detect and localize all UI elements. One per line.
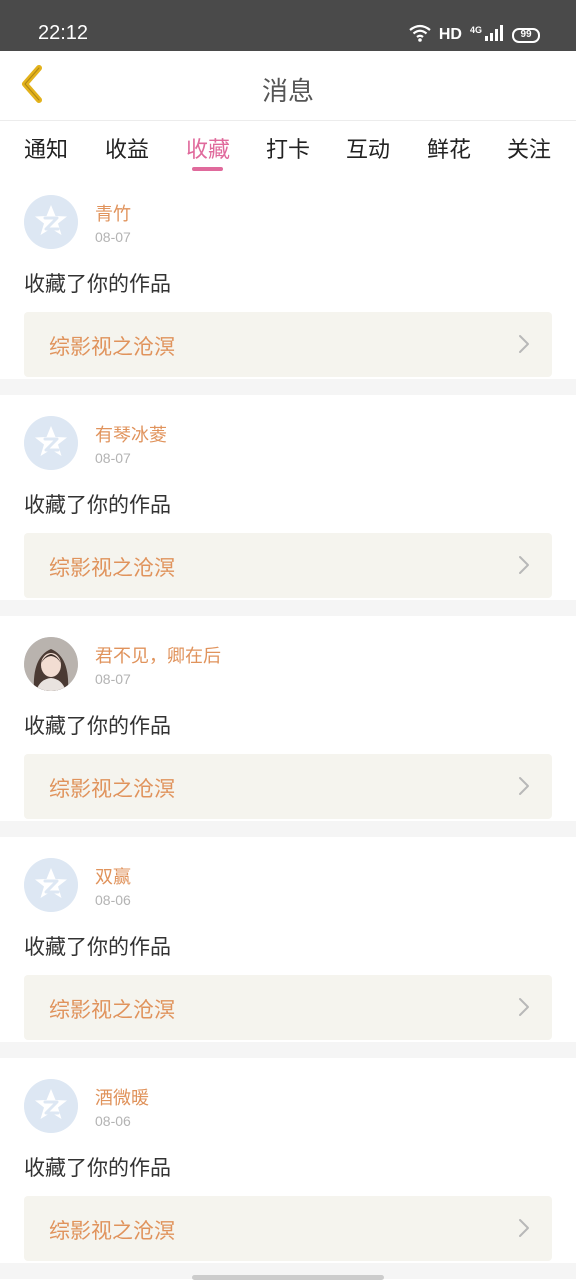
message-card: 有琴冰菱 08-07 收藏了你的作品 综影视之沧溟 bbox=[0, 395, 576, 616]
username[interactable]: 君不见，卿在后 bbox=[95, 642, 221, 668]
message-date: 08-06 bbox=[95, 892, 131, 908]
action-text: 收藏了你的作品 bbox=[24, 935, 171, 959]
signal-icon bbox=[484, 25, 504, 45]
message-list: 青竹 08-07 收藏了你的作品 综影视之沧溟 有琴冰菱 08-07 收藏了你的… bbox=[0, 174, 576, 1279]
action-text: 收藏了你的作品 bbox=[24, 714, 171, 738]
work-title: 综影视之沧溟 bbox=[49, 777, 175, 801]
chevron-right-icon bbox=[518, 555, 530, 579]
header: 消息 bbox=[0, 51, 576, 121]
message-card: 酒微暖 08-06 收藏了你的作品 综影视之沧溟 bbox=[0, 1058, 576, 1279]
chevron-right-icon bbox=[518, 997, 530, 1021]
message-date: 08-07 bbox=[95, 671, 131, 687]
action-text: 收藏了你的作品 bbox=[24, 1156, 171, 1180]
network-type-label: 4G bbox=[469, 25, 482, 35]
tab-favorites[interactable]: 收藏 bbox=[173, 132, 243, 164]
active-tab-indicator bbox=[192, 167, 223, 171]
home-indicator[interactable] bbox=[192, 1275, 384, 1280]
username[interactable]: 有琴冰菱 bbox=[95, 421, 167, 447]
work-link[interactable]: 综影视之沧溟 bbox=[24, 1196, 552, 1261]
user-photo-avatar[interactable] bbox=[24, 637, 78, 691]
status-bar: 22:12 HD 4G 99 bbox=[0, 0, 576, 51]
chevron-right-icon bbox=[518, 776, 530, 800]
message-card: 青竹 08-07 收藏了你的作品 综影视之沧溟 bbox=[0, 174, 576, 395]
status-time: 22:12 bbox=[38, 22, 89, 44]
message-card: 君不见，卿在后 08-07 收藏了你的作品 综影视之沧溟 bbox=[0, 616, 576, 837]
work-link[interactable]: 综影视之沧溟 bbox=[24, 312, 552, 377]
work-title: 综影视之沧溟 bbox=[49, 998, 175, 1022]
tab-notifications[interactable]: 通知 bbox=[11, 132, 81, 164]
tab-flowers[interactable]: 鲜花 bbox=[414, 132, 484, 164]
tab-following[interactable]: 关注 bbox=[494, 132, 564, 164]
default-avatar-icon[interactable] bbox=[24, 416, 78, 470]
battery-icon: 99 bbox=[512, 27, 540, 43]
username[interactable]: 青竹 bbox=[95, 200, 131, 226]
default-avatar-icon[interactable] bbox=[24, 195, 78, 249]
wifi-icon bbox=[409, 24, 431, 46]
username[interactable]: 双赢 bbox=[95, 863, 131, 889]
chevron-right-icon bbox=[518, 334, 530, 358]
tab-bar: 通知 收益 收藏 打卡 互动 鲜花 关注 bbox=[0, 122, 576, 174]
work-link[interactable]: 综影视之沧溟 bbox=[24, 754, 552, 819]
username[interactable]: 酒微暖 bbox=[95, 1084, 149, 1110]
tab-checkin[interactable]: 打卡 bbox=[253, 132, 323, 164]
work-link[interactable]: 综影视之沧溟 bbox=[24, 975, 552, 1040]
default-avatar-icon[interactable] bbox=[24, 1079, 78, 1133]
tab-earnings[interactable]: 收益 bbox=[92, 132, 162, 164]
message-date: 08-07 bbox=[95, 229, 131, 245]
default-avatar-icon[interactable] bbox=[24, 858, 78, 912]
message-date: 08-07 bbox=[95, 450, 131, 466]
action-text: 收藏了你的作品 bbox=[24, 272, 171, 296]
chevron-right-icon bbox=[518, 1218, 530, 1242]
work-link[interactable]: 综影视之沧溟 bbox=[24, 533, 552, 598]
action-text: 收藏了你的作品 bbox=[24, 493, 171, 517]
work-title: 综影视之沧溟 bbox=[49, 335, 175, 359]
work-title: 综影视之沧溟 bbox=[49, 1219, 175, 1243]
message-date: 08-06 bbox=[95, 1113, 131, 1129]
message-card: 双赢 08-06 收藏了你的作品 综影视之沧溟 bbox=[0, 837, 576, 1058]
tab-interaction[interactable]: 互动 bbox=[333, 132, 403, 164]
status-icons: HD 4G 99 bbox=[409, 24, 540, 46]
network-hd-label: HD bbox=[438, 26, 462, 43]
page-title: 消息 bbox=[261, 77, 314, 107]
work-title: 综影视之沧溟 bbox=[49, 556, 175, 580]
